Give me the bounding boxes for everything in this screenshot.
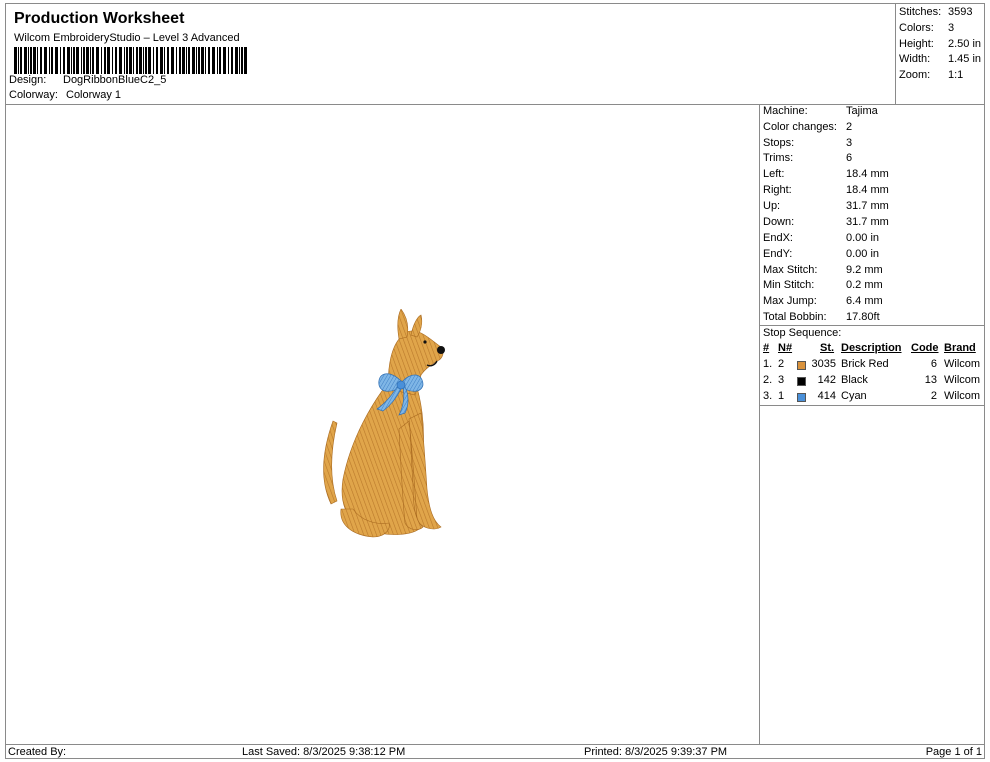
worksheet-footer: Created By: Last Saved: 8/3/2025 9:38:12… <box>5 744 985 760</box>
barcode <box>14 47 247 74</box>
info-right: Right: 18.4 mm <box>763 184 889 196</box>
stop-sequence-label: Stop Sequence: <box>763 327 842 339</box>
info-total-bobbin: Total Bobbin: 17.80ft <box>763 311 880 323</box>
last-saved: Last Saved: 8/3/2025 9:38:12 PM <box>242 746 406 758</box>
info-left: Left: 18.4 mm <box>763 168 889 180</box>
printed-date: Printed: 8/3/2025 9:39:37 PM <box>584 746 728 758</box>
col-st: St. <box>820 342 835 354</box>
stop-sequence-bottom-divider <box>760 405 984 406</box>
page-title: Production Worksheet <box>14 10 185 27</box>
design-value: DogRibbonBlueC2_5 <box>63 74 167 86</box>
machine-info-panel: Machine: Tajima Color changes: 2 Stops: 3 T… <box>759 104 985 745</box>
color-swatch <box>797 377 806 386</box>
table-row: 2. 3 142 Black 13 Wilcom <box>763 374 981 386</box>
info-max-stitch: Max Stitch: 9.2 mm <box>763 264 883 276</box>
color-swatch <box>797 393 806 402</box>
info-up: Up: 31.7 mm <box>763 200 889 212</box>
stop-sequence-header: # N# St. Description Code Brand <box>760 342 984 357</box>
dog-embroidery-image <box>323 309 445 538</box>
design-label: Design: <box>9 74 47 86</box>
stop-sequence-divider <box>760 325 984 326</box>
info-trims: Trims: 6 <box>763 152 853 164</box>
info-machine: Machine: Tajima <box>763 105 878 117</box>
info-endy: EndY: 0.00 in <box>763 248 880 260</box>
color-swatch <box>797 361 806 370</box>
info-max-jump: Max Jump: 6.4 mm <box>763 295 883 307</box>
col-num: # <box>763 342 770 354</box>
info-down: Down: 31.7 mm <box>763 216 889 228</box>
table-row: 3. 1 414 Cyan 2 Wilcom <box>763 390 981 402</box>
worksheet-header: Production Worksheet Wilcom EmbroiderySt… <box>5 3 895 105</box>
stats-panel: Stitches: 3593 Colors: 3 Height: 2.50 in Wi… <box>895 3 985 105</box>
created-by: Created By: <box>8 746 67 758</box>
design-canvas <box>5 104 760 745</box>
col-n: N# <box>778 342 793 354</box>
colorway-value: Colorway 1 <box>66 89 122 101</box>
colorway-label: Colorway: <box>9 89 58 101</box>
page-number: Page 1 of 1 <box>925 746 982 758</box>
info-min-stitch: Min Stitch: 0.2 mm <box>763 279 883 291</box>
info-endx: EndX: 0.00 in <box>763 232 880 244</box>
table-row: 1. 2 3035 Brick Red 6 Wilcom <box>763 358 981 370</box>
col-code: Code <box>911 342 939 354</box>
col-description: Description <box>841 342 902 354</box>
info-color-changes: Color changes: 2 <box>763 121 853 133</box>
software-subtitle: Wilcom EmbroideryStudio – Level 3 Advanc… <box>14 32 240 44</box>
info-stops: Stops: 3 <box>763 137 853 149</box>
col-brand: Brand <box>944 342 976 354</box>
